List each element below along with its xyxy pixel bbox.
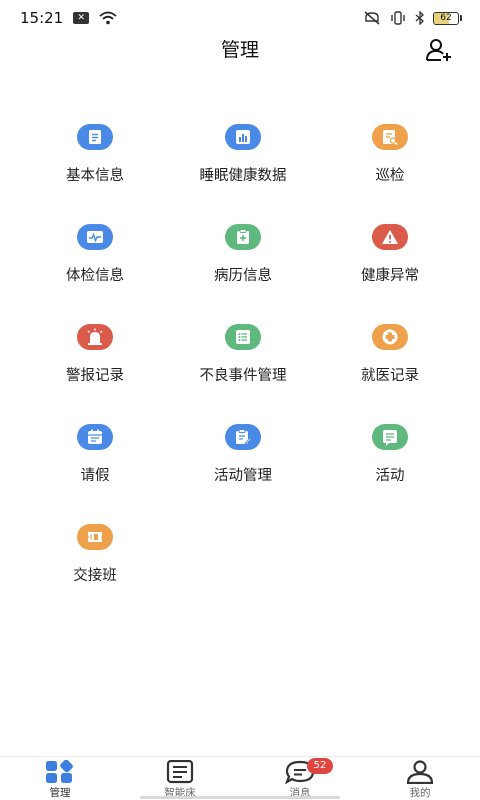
menu-item-label: 睡眠健康数据: [199, 168, 287, 184]
status-bar: 15:21 ✕ 62: [0, 0, 480, 36]
document-icon: [77, 124, 113, 150]
menu-item-label: 就医记录: [361, 368, 419, 384]
menu-item-label: 警报记录: [66, 368, 124, 384]
menu-item-11[interactable]: 活动管理: [168, 424, 318, 494]
shift-ticket-icon: [77, 524, 113, 550]
menu-item-label: 体检信息: [66, 268, 124, 284]
battery-level: 62: [440, 12, 452, 23]
tab-label: 管理: [49, 787, 71, 799]
message-list-icon: [372, 424, 408, 450]
tab-smart-bed[interactable]: 智能床: [120, 757, 240, 800]
menu-item-8[interactable]: 不良事件管理: [168, 324, 318, 394]
grid-icon: [46, 760, 73, 783]
menu-item-1[interactable]: 基本信息: [20, 124, 170, 194]
status-right: 62: [363, 11, 462, 25]
add-user-button[interactable]: [424, 36, 454, 64]
menu-item-label: 不良事件管理: [199, 368, 287, 384]
bluetooth-icon: [415, 11, 424, 25]
header: 管理: [0, 36, 480, 64]
tab-mine[interactable]: 我的: [360, 757, 480, 800]
tab-label: 我的: [409, 787, 431, 799]
menu-item-10[interactable]: 请假: [20, 424, 170, 494]
menu-item-12[interactable]: 活动: [315, 424, 465, 494]
menu-item-label: 巡检: [375, 168, 405, 184]
user-icon: [406, 760, 434, 784]
status-time: 15:21: [20, 9, 64, 27]
menu-item-label: 基本信息: [66, 168, 124, 184]
menu-item-5[interactable]: 病历信息: [168, 224, 318, 294]
menu-item-2[interactable]: 睡眠健康数据: [168, 124, 318, 194]
inspection-icon: [372, 124, 408, 150]
list-icon: [225, 324, 261, 350]
bed-list-icon: [166, 760, 194, 784]
battery-body: 62: [433, 11, 459, 25]
menu-item-9[interactable]: 就医记录: [315, 324, 465, 394]
vibrate-icon: [391, 11, 405, 25]
medical-clipboard-icon: [225, 224, 261, 250]
home-indicator: [140, 796, 340, 799]
menu-item-13[interactable]: 交接班: [20, 524, 170, 594]
battery-tip: [460, 15, 462, 21]
menu-item-7[interactable]: 警报记录: [20, 324, 170, 394]
page-title: 管理: [220, 39, 259, 61]
calendar-icon: [77, 424, 113, 450]
menu-item-label: 交接班: [73, 568, 117, 584]
mute-icon: [364, 11, 380, 25]
menu-item-label: 活动: [375, 468, 405, 484]
tab-manage[interactable]: 管理: [0, 757, 120, 800]
unread-badge: 52: [307, 758, 333, 774]
bar-chart-icon: [225, 124, 261, 150]
notification-icon: ✕: [73, 12, 90, 24]
battery-icon: 62: [433, 11, 462, 25]
menu-item-label: 活动管理: [214, 468, 272, 484]
menu-item-4[interactable]: 体检信息: [20, 224, 170, 294]
menu-item-6[interactable]: 健康异常: [315, 224, 465, 294]
medical-cross-icon: [372, 324, 408, 350]
menu-item-3[interactable]: 巡检: [315, 124, 465, 194]
menu-item-label: 病历信息: [214, 268, 272, 284]
clipboard-edit-icon: [225, 424, 261, 450]
menu-item-label: 请假: [80, 468, 110, 484]
tab-messages[interactable]: 消息 52: [240, 757, 360, 800]
wifi-icon: [99, 11, 117, 25]
tab-bar: 管理 智能床 消息 52 我的: [0, 756, 480, 800]
heartbeat-monitor-icon: [77, 224, 113, 250]
alarm-light-icon: [77, 324, 113, 350]
menu-item-label: 健康异常: [361, 268, 419, 284]
warning-icon: [372, 224, 408, 250]
add-user-icon: [426, 39, 451, 61]
status-left: 15:21 ✕: [20, 9, 117, 27]
